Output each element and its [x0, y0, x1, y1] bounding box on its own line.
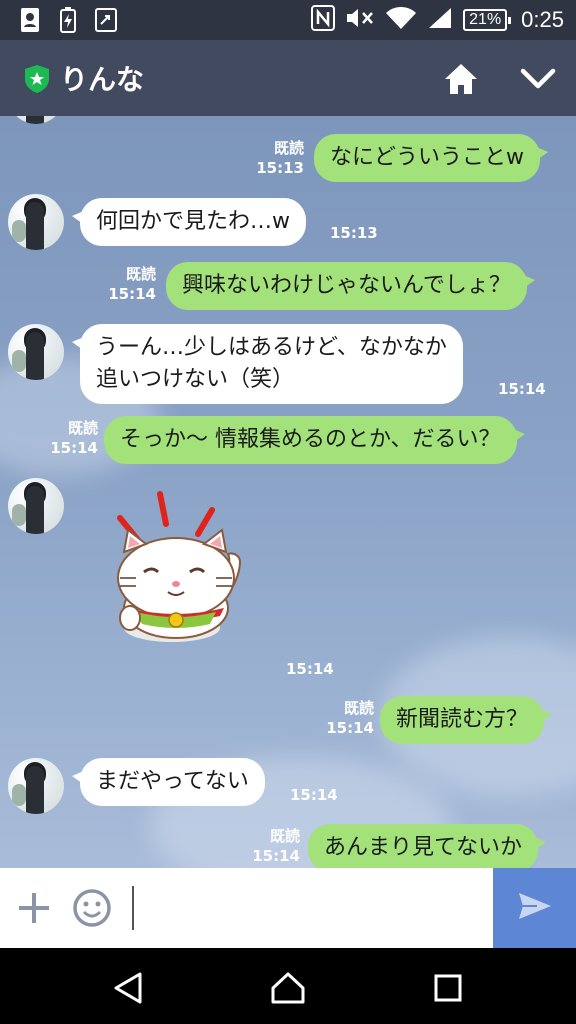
emoji-icon[interactable] — [72, 888, 112, 928]
message-time: 15:13 — [330, 224, 378, 242]
message-time: 15:14 — [498, 380, 546, 398]
message-time: 15:14 — [290, 786, 338, 804]
battery-saver-icon — [56, 6, 80, 34]
read-receipt: 既読 15:14 — [50, 419, 98, 457]
message-time: 15:14 — [286, 660, 334, 678]
screen-share-icon — [94, 6, 118, 34]
avatar[interactable] — [8, 194, 64, 250]
avatar[interactable] — [8, 758, 64, 814]
mute-icon — [345, 6, 375, 34]
read-receipt: 既読 15:14 — [108, 265, 156, 303]
message-bubble-sent[interactable]: 興味ないわけじゃないんでしょ？ — [166, 262, 535, 310]
read-receipt: 既読 15:14 — [326, 699, 374, 737]
send-icon — [517, 891, 553, 925]
read-receipt: 既読 15:13 — [256, 139, 304, 177]
chevron-down-icon[interactable] — [519, 66, 557, 92]
input-bar — [0, 868, 576, 948]
navigation-bar — [0, 948, 576, 1024]
status-bar: 21% 0:25 — [0, 0, 576, 40]
message-bubble-sent[interactable]: 新聞読む方？ — [380, 696, 553, 744]
chat-header: りんな — [0, 40, 576, 116]
back-icon[interactable] — [106, 966, 150, 1010]
message-bubble-sent[interactable]: なにどういうことw — [314, 134, 548, 182]
message-bubble-received[interactable]: まだやってない — [72, 758, 265, 806]
signal-icon — [427, 6, 453, 34]
message-bubble-received[interactable]: 何回かで見たわ…w — [72, 198, 306, 246]
home-nav-icon[interactable] — [266, 966, 310, 1010]
send-button[interactable] — [493, 868, 576, 948]
recents-icon[interactable] — [426, 966, 470, 1010]
home-icon[interactable] — [443, 62, 479, 96]
nfc-icon — [311, 5, 336, 35]
message-bubble-received[interactable]: うーん…少しはあるけど、なかなか 追いつけない（笑） — [72, 324, 463, 404]
avatar[interactable] — [8, 324, 64, 380]
shield-star-icon — [24, 64, 50, 94]
message-input[interactable] — [132, 886, 482, 930]
plus-icon[interactable] — [16, 890, 52, 926]
maneki-neko-sticker[interactable] — [100, 490, 260, 650]
wifi-icon — [385, 6, 417, 34]
contacts-icon — [18, 6, 42, 34]
chat-title: りんな — [60, 63, 145, 96]
avatar[interactable] — [8, 478, 64, 534]
message-bubble-sent[interactable]: そっか〜 情報集めるのとか、だるい？ — [104, 416, 525, 464]
avatar[interactable] — [8, 116, 64, 124]
read-receipt: 既読 15:14 — [252, 827, 300, 865]
battery-indicator: 21% — [463, 9, 512, 31]
message-bubble-sent[interactable]: あんまり見てないか — [308, 824, 547, 868]
clock: 0:25 — [521, 7, 564, 32]
chat-area[interactable]: 既読 15:13 なにどういうことw 何回かで見たわ…w 15:13 既読 15:1… — [0, 116, 576, 868]
